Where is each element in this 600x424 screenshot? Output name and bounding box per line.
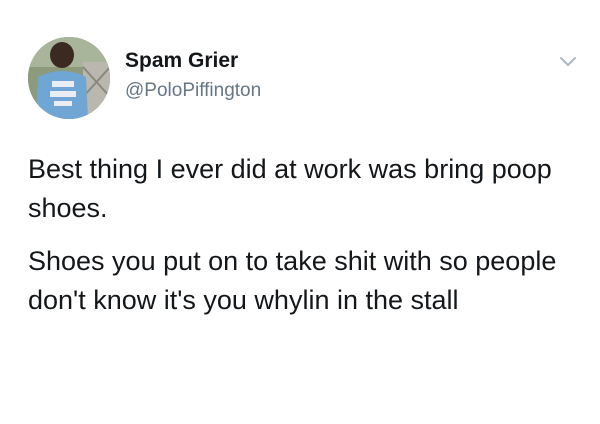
tweet-text: Best thing I ever did at work was bring … <box>28 150 588 334</box>
tweet-paragraph: Best thing I ever did at work was bring … <box>28 154 552 223</box>
avatar[interactable] <box>28 37 110 119</box>
chevron-down-icon[interactable] <box>558 55 578 69</box>
author-handle[interactable]: @PoloPiffington <box>125 81 261 100</box>
author-name[interactable]: Spam Grier <box>125 50 238 71</box>
tweet-card: Spam Grier @PoloPiffington Best thing I … <box>0 0 600 424</box>
tweet-paragraph: Shoes you put on to take shit with so pe… <box>28 246 557 315</box>
avatar-photo <box>28 37 110 119</box>
